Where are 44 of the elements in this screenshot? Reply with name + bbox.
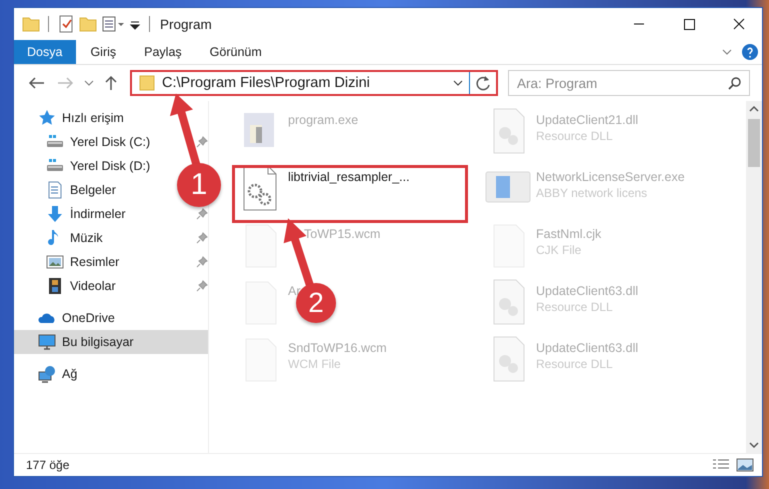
star-icon — [38, 109, 56, 127]
film-icon — [46, 277, 64, 295]
large-icons-view-icon[interactable] — [736, 458, 754, 472]
sidebar-item[interactable]: Yerel Disk (D:) — [14, 154, 154, 178]
pin-icon[interactable] — [196, 232, 208, 244]
sidebar-item[interactable]: OneDrive — [14, 306, 119, 330]
sidebar-item[interactable]: Müzik — [14, 226, 107, 250]
pin-icon[interactable] — [196, 136, 208, 148]
file-tab[interactable]: Dosya — [14, 40, 76, 64]
pin-icon[interactable] — [196, 280, 208, 292]
sidebar-item[interactable]: Bu bilgisayar — [14, 330, 208, 354]
ribbon-tab[interactable]: Görünüm — [196, 40, 276, 64]
sidebar-item[interactable]: İndirmeler — [14, 202, 130, 226]
monitor-icon — [38, 333, 56, 351]
network-icon — [38, 365, 56, 383]
folder-icon — [138, 74, 156, 92]
sidebar-item[interactable]: Belgeler — [14, 178, 120, 202]
search-field[interactable]: Ara: Program — [508, 70, 750, 96]
window-title: Program — [160, 16, 212, 32]
scroll-thumb[interactable] — [748, 119, 760, 167]
sidebar-item[interactable]: Resimler — [14, 250, 124, 274]
folder-icon[interactable] — [22, 15, 40, 33]
help-icon[interactable] — [742, 44, 758, 60]
sidebar-item[interactable]: Hızlı erişim — [14, 106, 128, 130]
folder-icon[interactable] — [79, 15, 97, 33]
picture-icon — [46, 253, 64, 271]
search-icon[interactable] — [728, 76, 742, 90]
sidebar-item[interactable]: Ağ — [14, 362, 82, 386]
address-path: C:\Program Files\Program Dizini — [162, 75, 370, 91]
checklist-icon[interactable] — [57, 15, 75, 33]
pin-icon[interactable] — [196, 208, 208, 220]
sidebar-item[interactable]: Yerel Disk (C:) — [14, 130, 154, 154]
item-count: 177 öğe — [26, 458, 70, 472]
file-name[interactable]: libtrivial_resampler_... — [288, 170, 410, 184]
pin-icon[interactable] — [196, 256, 208, 268]
properties-icon[interactable] — [101, 15, 125, 33]
address-bar[interactable]: C:\Program Files\Program Dizini — [130, 70, 498, 96]
scrollbar[interactable] — [746, 101, 762, 453]
sidebar-item[interactable]: Videolar — [14, 274, 120, 298]
step-number: 1 — [177, 163, 221, 207]
ribbon-tab[interactable]: Paylaş — [130, 40, 196, 64]
download-icon — [46, 205, 64, 223]
document-icon — [46, 181, 64, 199]
ribbon-tab[interactable]: Giriş — [76, 40, 130, 64]
